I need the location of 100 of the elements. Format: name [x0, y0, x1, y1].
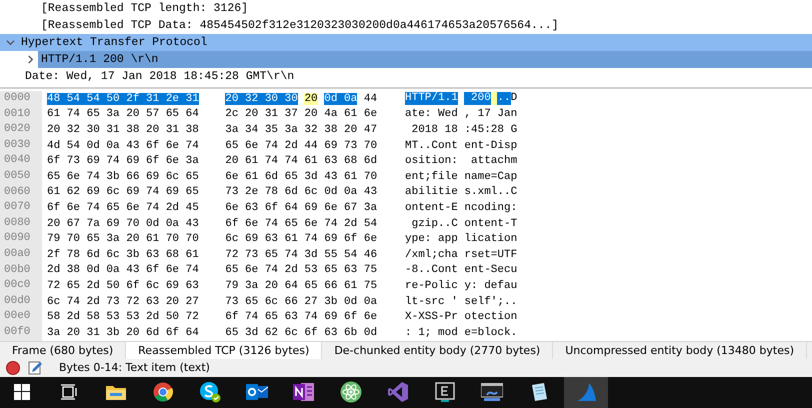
offset-label: 0030 — [0, 138, 42, 154]
ascii-text: : 1; mod — [405, 326, 458, 339]
ascii-text: ncoding: — [464, 202, 518, 214]
ascii-text: ontent-T — [464, 218, 518, 230]
hex-bytes: 0d 0a — [324, 92, 358, 105]
offset-label: 0060 — [0, 184, 42, 200]
hex-bytes: 65 3d 62 6c 6f 63 6b 0d — [225, 326, 378, 339]
ascii-text: 200 — [464, 92, 491, 106]
offset-label: 0090 — [0, 231, 42, 247]
hex-bytes: 79 3a 20 64 65 66 61 75 — [225, 280, 378, 292]
ascii-text: attachm — [470, 155, 518, 168]
ascii-text: otection — [464, 311, 518, 324]
ascii-text: MT..Cont — [405, 140, 458, 152]
hex-bytes: 6f 6e 74 65 6e 74 2d 54 — [225, 218, 378, 230]
offset-label: 00b0 — [0, 262, 42, 278]
shark-fin-icon[interactable] — [575, 382, 597, 402]
ascii-text: abilitie — [405, 186, 458, 198]
mail-icon[interactable] — [246, 382, 268, 402]
hex-bytes: 61 74 65 3a 20 57 65 64 — [47, 108, 199, 120]
chevron-down-icon[interactable] — [6, 38, 14, 47]
ascii-text: ent;file — [405, 170, 458, 183]
ascii-text: /xml;cha — [405, 248, 458, 261]
ascii-text: y: defau — [464, 280, 518, 292]
offset-label: 0040 — [0, 153, 42, 169]
hex-bytes: 6e 63 6f 64 69 6e 67 3a — [225, 202, 378, 214]
hex-bytes: 73 2e 78 6d 6c 0d 0a 43 — [225, 186, 378, 198]
chevron-right-icon[interactable] — [26, 55, 34, 64]
ascii-text: ent-Secu — [464, 264, 518, 276]
ascii-text: 2018 18 — [410, 124, 458, 136]
hex-bytes: 6c 69 63 61 74 69 6f 6e — [225, 233, 378, 246]
ascii-text: name=Cap — [464, 170, 518, 183]
hex-bytes: 20 61 74 74 61 63 68 6d — [225, 155, 378, 168]
ascii-text: osition: — [405, 155, 458, 168]
hex-bytes: 79 70 65 3a 20 61 70 70 — [47, 233, 199, 246]
tree-item[interactable]: [Reassembled TCP length: 3126] — [38, 0, 812, 17]
edit-icon[interactable] — [28, 360, 43, 376]
ascii-text: lication — [464, 233, 518, 246]
ascii-text: re-Polic — [405, 280, 458, 292]
ascii-text: HTTP/1.1 — [405, 92, 458, 106]
hex-bytes: 3a 20 31 3b 20 6d 6f 64 — [47, 326, 199, 339]
browser-icon[interactable] — [153, 382, 173, 402]
hex-bytes: 44 — [364, 92, 378, 105]
ascii-text: ate: Wed — [405, 108, 458, 120]
hex-bytes: 72 73 65 74 3d 55 54 46 — [225, 248, 378, 261]
start-icon[interactable] — [14, 384, 30, 400]
hex-bytes: 6f 73 69 74 69 6f 6e 3a — [47, 155, 199, 168]
hex-bytes: 65 6e 74 2d 53 65 63 75 — [225, 264, 378, 276]
offset-label: 00f0 — [0, 324, 42, 340]
ascii-text: gzip..C — [410, 218, 458, 230]
ascii-text: ontent-E — [405, 202, 458, 214]
hex-bytes: 48 54 54 50 2f 31 2e 31 — [47, 92, 199, 105]
hex-bytes: 65 6e 74 2d 44 69 73 70 — [225, 140, 378, 152]
offset-label: 00e0 — [0, 309, 42, 325]
hex-bytes: 2f 78 6d 6c 3b 63 68 61 — [47, 248, 199, 261]
ascii-text: -8..Cont — [405, 264, 458, 276]
offset-label: 0070 — [0, 200, 42, 216]
ascii-text: .. — [497, 92, 511, 106]
offset-label: 0050 — [0, 168, 42, 185]
ascii-text: :45:28 G — [464, 124, 518, 136]
offset-label: 0000 — [0, 91, 42, 107]
folder-icon[interactable] — [106, 384, 126, 400]
hex-bytes: 58 2d 58 53 53 2d 50 72 — [47, 311, 199, 324]
ascii-text: e=block. — [464, 326, 518, 339]
task-view-icon[interactable] — [60, 384, 78, 400]
ascii-text: ent-Disp — [464, 140, 518, 152]
hex-bytes: 61 62 69 6c 69 74 69 65 — [47, 186, 199, 198]
letter-tile-icon[interactable] — [435, 382, 455, 402]
tree-item[interactable]: Date: Wed, 17 Jan 2018 18:45:28 GMT\r\n — [22, 68, 812, 85]
hex-bytes: 73 65 6c 66 27 3b 0d 0a — [225, 296, 378, 308]
notebook-icon[interactable] — [293, 382, 315, 402]
hex-bytes: 3a 34 35 3a 32 38 20 47 — [225, 124, 378, 136]
ascii-text: D — [510, 92, 518, 106]
offset-label: 00d0 — [0, 294, 42, 310]
atom-icon[interactable] — [340, 381, 362, 404]
chat-icon[interactable] — [199, 381, 221, 404]
record-icon[interactable] — [6, 360, 20, 375]
hex-bytes: 2c 20 31 37 20 4a 61 6e — [225, 108, 378, 120]
hex-bytes: 6f 74 65 63 74 69 6f 6e — [225, 311, 378, 324]
hex-bytes: 20 32 30 31 38 20 31 38 — [47, 124, 199, 136]
tree-item[interactable]: HTTP/1.1 200 \r\n — [38, 51, 812, 68]
hex-bytes: 4d 54 0d 0a 43 6f 6e 74 — [47, 140, 199, 152]
ascii-text: s.xml..C — [464, 186, 518, 198]
hex-bytes: 20 — [304, 92, 318, 105]
hex-bytes: 20 67 7a 69 70 0d 0a 43 — [47, 218, 199, 230]
offset-label: 00c0 — [0, 278, 42, 294]
hex-bytes: 2d 38 0d 0a 43 6f 6e 74 — [47, 264, 199, 276]
tree-item[interactable]: [Reassembled TCP Data: 485454502f312e3120323030200d0a446174653a20576564...] — [38, 17, 812, 34]
offset-label: 0020 — [0, 122, 42, 138]
notepad-icon[interactable] — [529, 382, 549, 402]
status-text: Bytes 0-14: Text item (text) — [59, 361, 210, 374]
hex-bytes: 72 65 2d 50 6f 6c 69 63 — [47, 280, 199, 292]
infinity-ribbon-icon[interactable] — [388, 382, 408, 402]
byte-tab[interactable]: Reassembled TCP (3126 bytes) — [126, 342, 322, 359]
hex-bytes: 6e 61 6d 65 3d 43 61 70 — [225, 170, 378, 183]
ascii-text: X-XSS-Pr — [405, 311, 458, 324]
terminal-icon[interactable] — [481, 383, 503, 402]
hex-bytes: 20 32 30 30 — [225, 92, 298, 105]
ascii-text: ype: app — [405, 233, 458, 246]
ascii-text: self';.. — [464, 296, 518, 308]
ascii-text: rset=UTF — [464, 248, 518, 261]
